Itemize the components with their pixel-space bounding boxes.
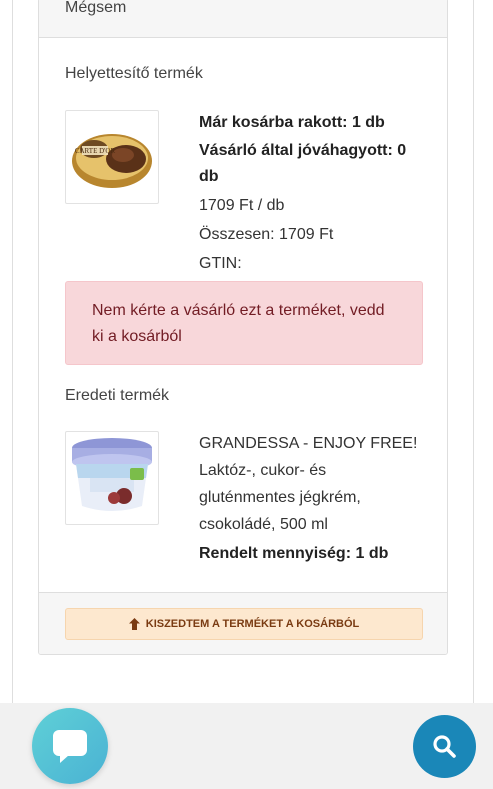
substitution-card: Mégsem Helyettesítő termék CARTE D'OR Má…: [38, 0, 448, 655]
cancel-label[interactable]: Mégsem: [65, 0, 126, 17]
ice-cream-tub-image: CARTE D'OR: [72, 134, 152, 188]
arrow-up-icon: [128, 618, 140, 630]
ice-cream-cup-image: [72, 438, 152, 511]
card-footer: KISZEDTEM A TERMÉKET A KOSÁRBÓL: [39, 592, 447, 654]
unit-price: 1709 Ft / db: [199, 197, 285, 214]
substitute-section-label: Helyettesítő termék: [65, 65, 203, 82]
substitute-product-image: CARTE D'OR: [65, 110, 159, 204]
chat-button[interactable]: [32, 708, 108, 784]
search-button[interactable]: [413, 715, 476, 778]
original-product-name: GRANDESSA - ENJOY FREE! Laktóz-, cukor- …: [199, 435, 418, 533]
original-info: GRANDESSA - ENJOY FREE! Laktóz-, cukor- …: [199, 430, 419, 567]
alert-not-requested: Nem kérte a vásárló ezt a terméket, vedd…: [65, 281, 423, 365]
card-header: Mégsem: [39, 0, 447, 38]
substitute-info: Már kosárba rakott: 1 db Vásárló által j…: [199, 109, 419, 277]
chat-bubble-icon: [53, 730, 87, 763]
total-price: Összesen: 1709 Ft: [199, 226, 334, 243]
search-icon: [433, 735, 456, 758]
original-product-image: [65, 431, 159, 525]
brand-text: CARTE D'OR: [75, 147, 116, 155]
customer-approved: Vásárló által jóváhagyott: 0 db: [199, 142, 407, 185]
gtin: GTIN:: [199, 255, 242, 272]
removed-from-cart-label: KISZEDTEM A TERMÉKET A KOSÁRBÓL: [145, 618, 360, 630]
original-section-label: Eredeti termék: [65, 387, 170, 404]
alert-text: Nem kérte a vásárló ezt a terméket, vedd…: [92, 302, 385, 345]
already-in-cart: Már kosárba rakott: 1 db: [199, 114, 385, 131]
ordered-quantity: Rendelt mennyiség: 1 db: [199, 545, 389, 562]
removed-from-cart-button[interactable]: KISZEDTEM A TERMÉKET A KOSÁRBÓL: [65, 608, 423, 640]
